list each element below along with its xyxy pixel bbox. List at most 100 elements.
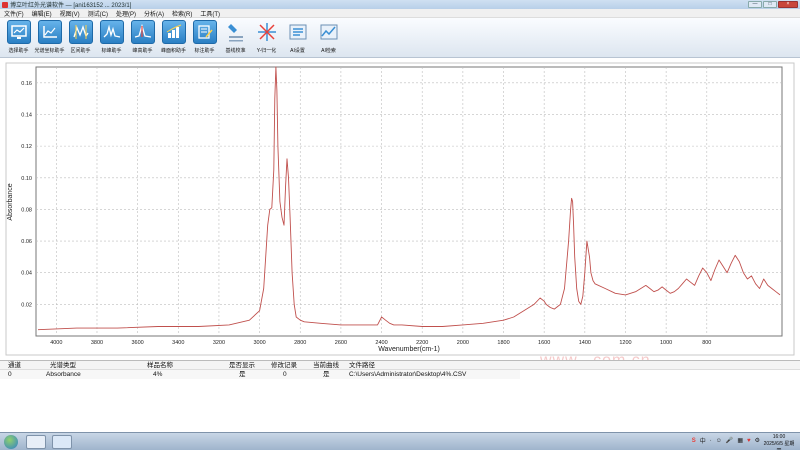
x-tick-label: 2000: [457, 340, 469, 346]
heart-icon[interactable]: ♥: [747, 438, 751, 444]
menu-test[interactable]: 测试(C): [84, 9, 112, 18]
x-tick-label: 3800: [91, 340, 103, 346]
tool-label: 峰面积助手: [160, 48, 186, 54]
tool-label: AI设置: [290, 48, 305, 54]
cell-edit-history: 0: [283, 371, 287, 378]
tool-label: 标峰助手: [101, 48, 122, 54]
taskbar-app-spectrum[interactable]: [52, 435, 72, 449]
cell-file-path: C:\Users\Administrator\Desktop\4%.CSV: [349, 371, 467, 378]
ai-settings-icon: [286, 20, 310, 44]
tool-label: 光谱坐标助手: [34, 48, 65, 54]
x-tick-label: 1200: [619, 340, 631, 346]
cell-current-curve: 是: [323, 371, 330, 378]
close-button[interactable]: ×: [778, 1, 798, 8]
settings-icon[interactable]: ⚙: [755, 437, 760, 444]
tool-peak-height[interactable]: 峰高助手: [127, 18, 158, 58]
x-tick-label: 800: [702, 340, 711, 346]
y-tick-label: 0.16: [21, 81, 32, 87]
toolbar: 选择助手 光谱坐标助手 区间助手 标峰助手 峰高助手 峰面积助手 标注助手 基线…: [0, 18, 800, 58]
x-tick-label: 3000: [253, 340, 265, 346]
axes-icon: [37, 20, 62, 44]
baseline-icon: [224, 20, 248, 44]
col-spectrum-type[interactable]: 光谱类型: [50, 361, 76, 370]
curve-table: 通道 光谱类型 样品名称 是否显示 修改记录 当前曲线 文件路径 0 Absor…: [0, 360, 800, 432]
tool-axes[interactable]: 光谱坐标助手: [34, 18, 65, 58]
menu-view[interactable]: 视图(V): [56, 9, 84, 18]
tool-peak[interactable]: 标峰助手: [96, 18, 127, 58]
col-file-path[interactable]: 文件路径: [349, 361, 375, 370]
sogou-icon[interactable]: S: [692, 438, 696, 444]
tool-baseline[interactable]: 基线校准: [220, 18, 251, 58]
tool-label: 选择助手: [8, 48, 29, 54]
x-tick-label: 1400: [579, 340, 591, 346]
taskbar-app-office[interactable]: [26, 435, 46, 449]
menu-bar: 文件(F) 编辑(E) 视图(V) 测试(C) 处理(P) 分析(A) 检索(R…: [0, 9, 800, 18]
tool-peak-area[interactable]: 峰面积助手: [158, 18, 189, 58]
x-tick-label: 1000: [660, 340, 672, 346]
annotate-icon: [192, 20, 217, 44]
emoji-icon[interactable]: ☺: [716, 438, 722, 444]
keyboard-icon[interactable]: ▦: [737, 437, 743, 444]
app-icon: [2, 1, 8, 8]
peak-height-icon: [130, 20, 155, 44]
cell-visible: 是: [239, 371, 246, 378]
x-tick-label: 1800: [497, 340, 509, 346]
x-tick-label: 3400: [172, 340, 184, 346]
tool-label: 峰高助手: [132, 48, 153, 54]
clock[interactable]: 16:00 2025/6/5 星期四: [762, 434, 796, 450]
menu-file[interactable]: 文件(F): [0, 9, 28, 18]
col-channel[interactable]: 通道: [8, 361, 21, 370]
spectrum-chart[interactable]: 4000 3800 3600 3400 3200 3000 2800 2600 2400 2200…: [0, 59, 800, 357]
maximize-button[interactable]: □: [763, 1, 777, 8]
y-tick-label: 0.06: [21, 239, 32, 245]
menu-search[interactable]: 检索(R): [168, 9, 196, 18]
tool-label: Y-归一化: [256, 48, 277, 54]
y-axis-label: Absorbance: [7, 183, 14, 220]
x-axis-label: Wavenumber(cm-1): [378, 346, 440, 353]
tool-label: 标注助手: [194, 48, 215, 54]
normalize-icon: [255, 20, 279, 44]
window-controls: — □ ×: [748, 1, 798, 8]
y-tick-label: 0.02: [21, 302, 32, 308]
tool-ai-settings[interactable]: AI设置: [282, 18, 313, 58]
range-icon: [68, 20, 93, 44]
cell-spectrum-type: Absorbance: [46, 371, 81, 378]
x-tick-label: 1600: [538, 340, 550, 346]
spectrum-chart-area[interactable]: 4000 3800 3600 3400 3200 3000 2800 2600 2400 2200…: [0, 59, 800, 357]
ime-icon[interactable]: 中: [700, 436, 706, 445]
menu-analyze[interactable]: 分析(A): [140, 9, 168, 18]
tool-annotate[interactable]: 标注助手: [189, 18, 220, 58]
y-tick-labels: 0.02 0.04 0.06 0.08 0.10 0.12 0.14 0.16: [21, 81, 32, 309]
screen-icon: [6, 20, 31, 44]
col-sample-name[interactable]: 样品名称: [147, 361, 173, 370]
peak-area-icon: [161, 20, 186, 44]
taskbar: S 中 · ☺ 🎤 ▦ ♥ ⚙ 16:00 2025/6/5 星期四: [0, 432, 800, 450]
col-visible[interactable]: 是否显示: [229, 361, 255, 370]
tool-normalize[interactable]: Y-归一化: [251, 18, 282, 58]
y-tick-label: 0.10: [21, 176, 32, 182]
menu-edit[interactable]: 编辑(E): [28, 9, 56, 18]
system-tray: S 中 · ☺ 🎤 ▦ ♥ ⚙: [692, 436, 760, 446]
table-row[interactable]: 0 Absorbance 4% 是 0 是 C:\Users\Administr…: [0, 370, 520, 379]
y-tick-label: 0.08: [21, 207, 32, 213]
tool-ai-search[interactable]: AI检索: [313, 18, 344, 58]
punctuation-icon[interactable]: ·: [710, 438, 712, 444]
col-edit-history[interactable]: 修改记录: [271, 361, 297, 370]
cell-sample-name: 4%: [153, 371, 163, 378]
table-header: 通道 光谱类型 样品名称 是否显示 修改记录 当前曲线 文件路径: [0, 361, 800, 370]
tool-label: 基线校准: [225, 48, 246, 54]
tool-label: AI检索: [321, 48, 336, 54]
tool-range[interactable]: 区间助手: [65, 18, 96, 58]
menu-process[interactable]: 处理(P): [112, 9, 140, 18]
tool-select[interactable]: 选择助手: [3, 18, 34, 58]
menu-tools[interactable]: 工具(T): [196, 9, 224, 18]
x-tick-label: 4000: [50, 340, 62, 346]
x-tick-label: 3200: [213, 340, 225, 346]
col-current-curve[interactable]: 当前曲线: [313, 361, 339, 370]
start-button[interactable]: [4, 435, 18, 449]
app-window: 博立叶红外光谱软件 — [ani163152 ... 2023/1] — □ ×…: [0, 0, 800, 450]
y-tick-label: 0.04: [21, 271, 32, 277]
mic-icon[interactable]: 🎤: [726, 437, 733, 444]
minimize-button[interactable]: —: [748, 1, 762, 8]
clock-date: 2025/6/5 星期四: [763, 441, 795, 450]
